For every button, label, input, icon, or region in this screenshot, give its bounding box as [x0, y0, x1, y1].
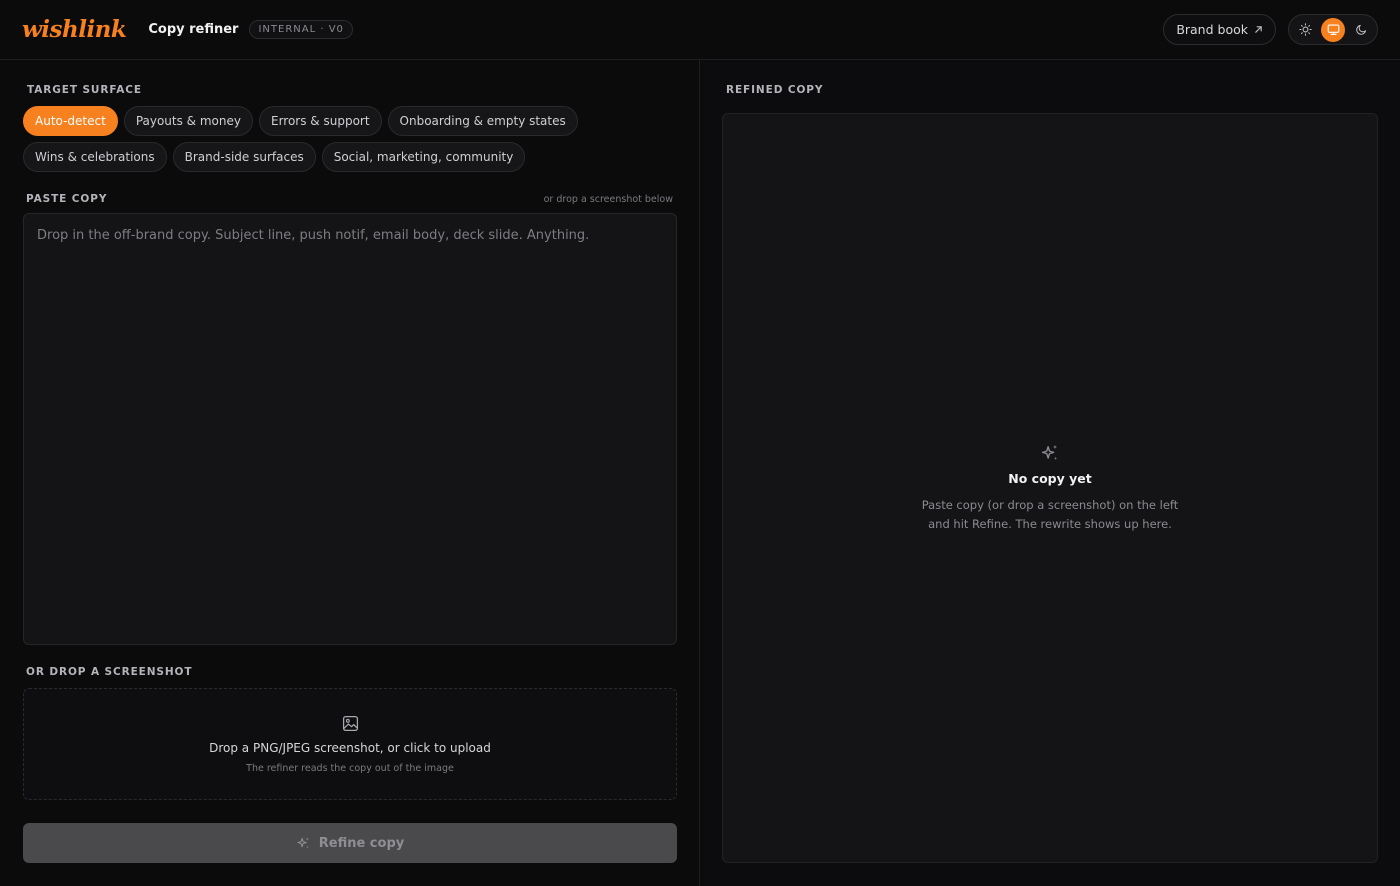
chip-auto-detect[interactable]: Auto-detect — [23, 106, 118, 136]
empty-state-line-1: Paste copy (or drop a screenshot) on the… — [921, 497, 1179, 512]
sparkles-icon — [1041, 444, 1058, 460]
sun-icon — [1298, 23, 1312, 36]
brand-book-label: Brand book — [1176, 22, 1248, 37]
arrow-up-right-icon — [1255, 26, 1262, 33]
refine-copy-label: Refine copy — [318, 835, 405, 851]
paste-copy-label: PASTE COPY — [26, 193, 108, 205]
refined-copy-label: REFINED COPY — [726, 84, 824, 96]
dropzone-subtitle: The refiner reads the copy out of the im… — [246, 762, 454, 774]
chip-onboarding-empty-states[interactable]: Onboarding & empty states — [387, 106, 578, 136]
refined-copy-output: No copy yet Paste copy (or drop a screen… — [722, 113, 1378, 863]
paste-hint: or drop a screenshot below — [543, 194, 673, 205]
theme-light-button[interactable] — [1293, 18, 1317, 42]
screenshot-label: OR DROP A SCREENSHOT — [26, 666, 193, 678]
input-panel: TARGET SURFACE Auto-detect Payouts & mon… — [0, 60, 699, 886]
theme-system-button[interactable] — [1321, 17, 1345, 42]
output-panel: REFINED COPY No copy yet Paste copy (or … — [700, 60, 1400, 886]
chip-errors-support[interactable]: Errors & support — [258, 106, 382, 136]
chip-wins-celebrations[interactable]: Wins & celebrations — [23, 142, 167, 172]
screenshot-dropzone[interactable]: Drop a PNG/JPEG screenshot, or click to … — [23, 688, 677, 800]
dropzone-title: Drop a PNG/JPEG screenshot, or click to … — [209, 740, 491, 755]
chip-social-marketing-community[interactable]: Social, marketing, community — [321, 142, 526, 172]
empty-state-title: No copy yet — [1008, 470, 1092, 486]
app-title: Copy refiner — [148, 22, 239, 37]
surface-chips: Auto-detect Payouts & money Errors & sup… — [23, 106, 683, 172]
moon-icon — [1355, 24, 1366, 35]
brand-book-button[interactable]: Brand book — [1163, 14, 1276, 45]
monitor-icon — [1327, 24, 1339, 35]
empty-state-description: Paste copy (or drop a screenshot) on the… — [915, 496, 1185, 534]
version-badge: INTERNAL · V0 — [249, 20, 353, 39]
sparkles-icon — [297, 836, 309, 848]
theme-toggle — [1288, 14, 1378, 45]
target-surface-label: TARGET SURFACE — [27, 84, 142, 96]
refine-copy-button[interactable]: Refine copy — [23, 823, 677, 863]
image-icon — [342, 715, 358, 731]
app-header: wishlink Copy refiner INTERNAL · V0 Bran… — [0, 0, 1400, 60]
empty-state-line-2: and hit Refine. The rewrite shows up her… — [928, 516, 1172, 531]
theme-dark-button[interactable] — [1349, 18, 1373, 42]
chip-brand-side-surfaces[interactable]: Brand-side surfaces — [172, 142, 316, 172]
paste-copy-textarea[interactable] — [23, 213, 677, 645]
wishlink-logo[interactable]: wishlink — [22, 16, 127, 43]
header-actions: Brand book — [1163, 14, 1378, 45]
chip-payouts-money[interactable]: Payouts & money — [123, 106, 253, 136]
